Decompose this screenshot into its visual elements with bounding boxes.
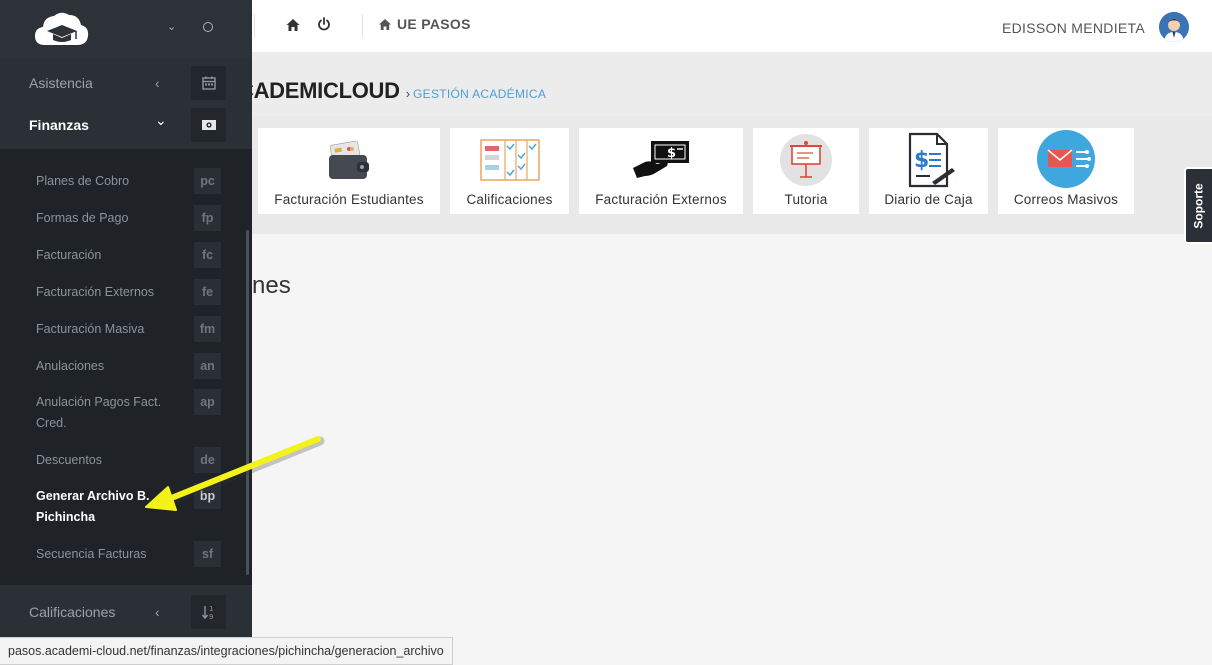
subitem-code: fm bbox=[194, 316, 221, 342]
chevron-left-icon: ‹ bbox=[155, 75, 160, 91]
subitem-label: Facturación Externos bbox=[36, 285, 155, 299]
tile-label: Diario de Caja bbox=[884, 192, 973, 207]
chevron-down-icon[interactable]: ⌄ bbox=[167, 20, 176, 33]
subitem-code: ap bbox=[194, 389, 221, 415]
checklist-icon bbox=[479, 139, 540, 181]
subitem-label: Formas de Pago bbox=[36, 211, 129, 225]
school-name: UE PASOS bbox=[397, 16, 471, 32]
svg-text:9: 9 bbox=[209, 613, 213, 620]
main-content-area bbox=[252, 234, 1212, 665]
school-home-icon bbox=[379, 18, 391, 30]
user-name[interactable]: EDISSON MENDIETA bbox=[1002, 20, 1145, 36]
breadcrumb[interactable]: GESTIÓN ACADÉMICA bbox=[413, 87, 546, 101]
school-link[interactable]: UE PASOS bbox=[378, 16, 471, 32]
soporte-label: Soporte bbox=[1192, 182, 1206, 229]
sidebar-item-calificaciones[interactable]: Calificaciones ‹ 19 bbox=[0, 591, 252, 633]
sidebar-item-label: Asistencia bbox=[29, 75, 93, 91]
avatar[interactable] bbox=[1159, 12, 1189, 42]
header-divider bbox=[254, 14, 255, 38]
subitem-code: fc bbox=[194, 242, 221, 268]
tile-label: Calificaciones bbox=[466, 192, 553, 207]
subitem-code: fe bbox=[194, 279, 221, 305]
academicloud-logo-icon[interactable] bbox=[31, 9, 91, 51]
status-bar-url: pasos.academi-cloud.net/finanzas/integra… bbox=[0, 637, 453, 665]
sidebar: ⌄ Asistencia ‹ Finanzas ⌄ Planes de Cobr… bbox=[0, 0, 252, 665]
subitem-label: Facturación Masiva bbox=[36, 322, 145, 336]
chevron-down-icon: ⌄ bbox=[155, 112, 167, 128]
money-icon bbox=[191, 108, 226, 142]
subitem-code: pc bbox=[194, 168, 221, 194]
finanzas-submenu: Planes de Cobro pc Formas de Pago fp Fac… bbox=[0, 149, 252, 585]
tile-calificaciones[interactable]: Calificaciones bbox=[450, 128, 569, 214]
subitem-label: Planes de Cobro bbox=[36, 174, 130, 188]
tile-label: Facturación Estudiantes bbox=[274, 192, 424, 207]
tile-tutoria[interactable]: Tutoria bbox=[753, 128, 859, 214]
cash-hand-icon: $ bbox=[633, 141, 689, 178]
presentation-icon bbox=[780, 134, 832, 186]
subitem-code: fp bbox=[194, 205, 221, 231]
sidebar-logo-row: ⌄ bbox=[0, 0, 252, 58]
power-icon[interactable] bbox=[316, 16, 332, 32]
circle-toggle-icon[interactable] bbox=[203, 22, 213, 32]
subitem-label: Anulaciones bbox=[36, 359, 105, 373]
subitem-label: Secuencia Facturas bbox=[36, 547, 147, 561]
sidebar-item-label: Calificaciones bbox=[29, 604, 116, 620]
tile-facturacion-estudiantes[interactable]: Facturación Estudiantes bbox=[258, 128, 440, 214]
soporte-tab[interactable]: Soporte bbox=[1184, 167, 1212, 244]
sidebar-item-asistencia[interactable]: Asistencia ‹ bbox=[0, 62, 252, 104]
chevron-left-icon: ‹ bbox=[155, 604, 160, 620]
calendar-icon bbox=[191, 66, 226, 100]
page-title: CADEMICLOUD bbox=[238, 78, 400, 103]
email-icon bbox=[1037, 130, 1095, 188]
sidebar-item-finanzas[interactable]: Finanzas ⌄ bbox=[0, 104, 252, 146]
sidebar-item-label: Finanzas bbox=[29, 117, 89, 133]
sort-numeric-icon: 19 bbox=[191, 595, 226, 629]
section-heading: nes bbox=[252, 272, 291, 299]
tile-facturacion-externos[interactable]: $ Facturación Externos bbox=[579, 128, 743, 214]
user-avatar-icon bbox=[1159, 12, 1189, 42]
home-icon[interactable] bbox=[285, 17, 301, 33]
tile-diario-de-caja[interactable]: $ Diario de Caja bbox=[869, 128, 988, 214]
tile-correos-masivos[interactable]: Correos Masivos bbox=[998, 128, 1134, 214]
wallet-icon bbox=[329, 140, 369, 179]
subitem-code: sf bbox=[194, 541, 221, 567]
svg-text:$: $ bbox=[667, 146, 676, 161]
tile-label: Tutoria bbox=[784, 192, 828, 207]
invoice-icon: $ bbox=[908, 132, 955, 188]
sidebar-scrollbar[interactable] bbox=[246, 230, 249, 575]
breadcrumb-separator: › bbox=[405, 86, 411, 101]
subitem-label: Facturación bbox=[36, 248, 102, 262]
header-divider bbox=[362, 14, 363, 38]
svg-text:$: $ bbox=[914, 148, 929, 173]
subitem-label: Anulación Pagos Fact. Cred. bbox=[36, 395, 162, 430]
svg-text:1: 1 bbox=[209, 605, 213, 613]
subitem-code: an bbox=[194, 353, 221, 379]
annotation-arrow-icon bbox=[145, 436, 325, 511]
tile-label: Correos Masivos bbox=[1013, 192, 1119, 207]
tile-label: Facturación Externos bbox=[595, 192, 727, 207]
page-header: CADEMICLOUD › GESTIÓN ACADÉMICA bbox=[238, 78, 546, 104]
